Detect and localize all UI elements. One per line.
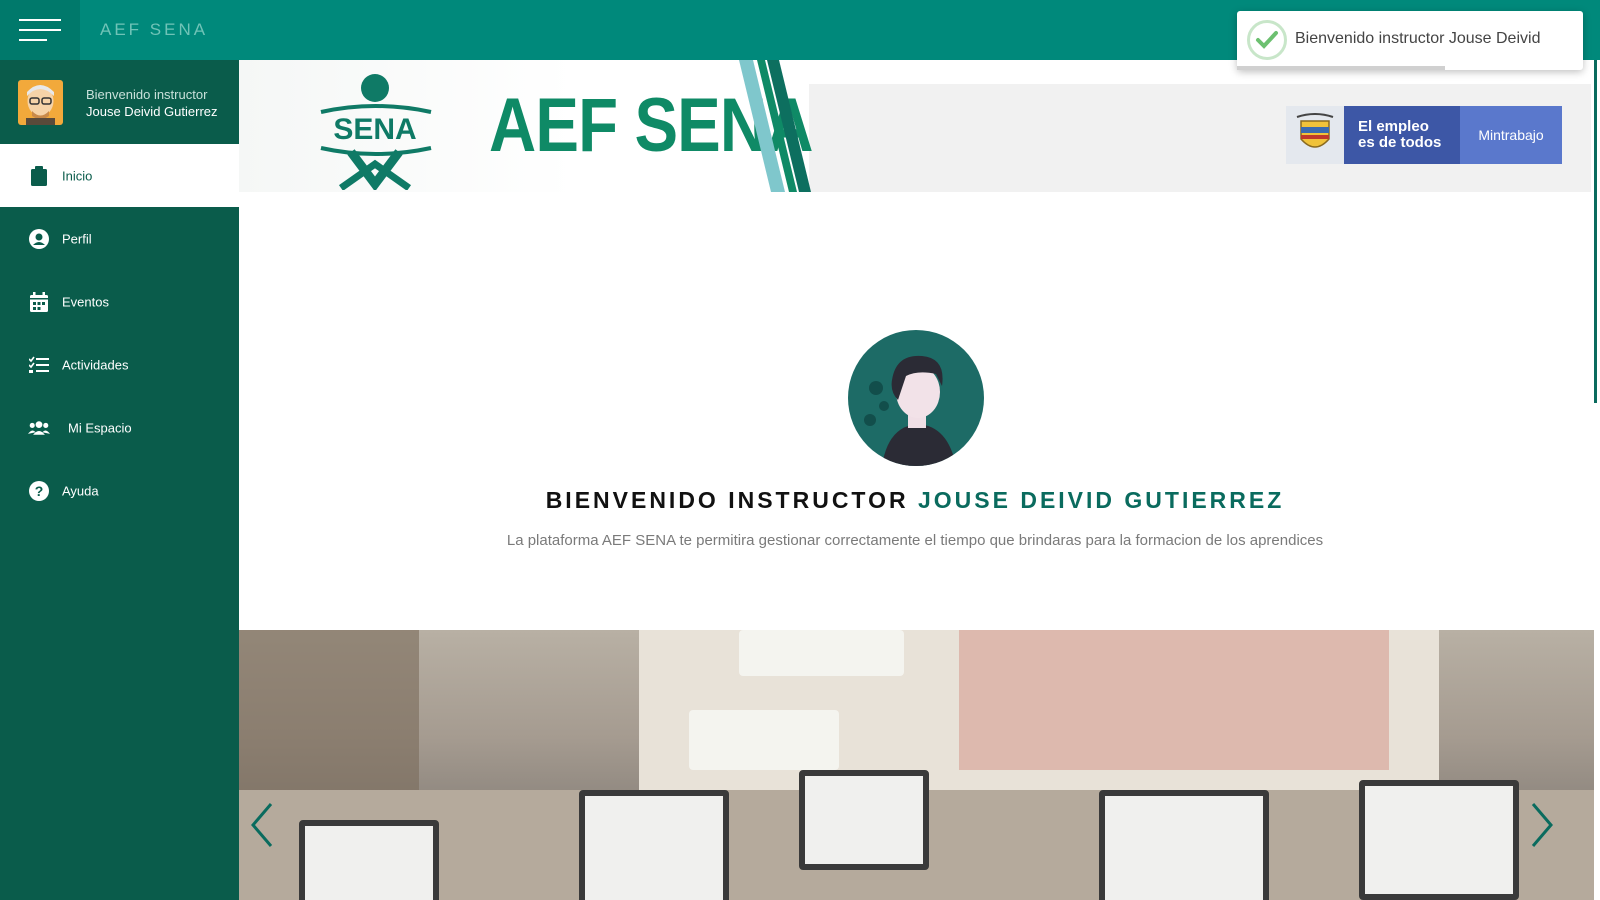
sidebar-item-perfil[interactable]: Perfil — [0, 207, 239, 270]
users-icon — [28, 417, 50, 439]
user-greeting: Bienvenido instructor — [86, 87, 208, 102]
carousel-photo-laptop — [1099, 790, 1269, 900]
sidebar-nav: Inicio Perfil Eventos Actividades Mi Esp… — [0, 144, 239, 522]
sidebar-item-actividades[interactable]: Actividades — [0, 333, 239, 396]
welcome-subtitle: La plataforma AEF SENA te permitira gest… — [506, 532, 1324, 549]
sidebar-item-inicio[interactable]: Inicio — [0, 144, 239, 207]
tasks-icon — [28, 354, 50, 376]
avatar[interactable] — [18, 80, 63, 125]
app-brand: AEF SENA — [100, 20, 209, 39]
user-circle-icon — [28, 228, 50, 250]
sidebar-item-eventos[interactable]: Eventos — [0, 270, 239, 333]
question-icon: ? — [28, 480, 50, 502]
hero-avatar — [848, 330, 984, 466]
sena-logo-text: SENA — [333, 113, 416, 146]
check-icon — [1247, 20, 1287, 60]
carousel-photo-laptop — [799, 770, 929, 870]
carousel-photo-projection — [959, 630, 1389, 770]
sidebar-item-label: Actividades — [62, 357, 129, 372]
carousel-photo-laptop — [1359, 780, 1519, 900]
carousel-photo-laptop — [299, 820, 439, 900]
menu-line — [19, 39, 47, 41]
sidebar-item-label: Perfil — [62, 231, 92, 246]
svg-text:?: ? — [35, 483, 44, 499]
gobierno-slogan-line2: es de todos — [1358, 134, 1442, 151]
main-content: SENA AEF SENA El empleo es de todos Mint… — [239, 60, 1600, 900]
sidebar-item-label: Ayuda — [62, 483, 99, 498]
sidebar-item-label: Eventos — [62, 294, 109, 309]
scrollbar-thumb[interactable] — [1594, 60, 1597, 403]
user-panel: Bienvenido instructor Jouse Deivid Gutie… — [0, 60, 239, 144]
hamburger-menu-button[interactable] — [0, 0, 80, 60]
welcome-heading-name: JOUSE DEIVID GUTIERREZ — [917, 487, 1285, 513]
carousel-prev-arrow[interactable] — [247, 800, 277, 850]
carousel-photo-laptop — [579, 790, 729, 900]
carousel-next-arrow[interactable] — [1527, 800, 1557, 850]
sidebar-item-ayuda[interactable]: ? Ayuda — [0, 459, 239, 522]
toast-progress-bar — [1237, 66, 1445, 70]
sena-logo: SENA — [311, 72, 441, 192]
image-carousel[interactable] — [239, 630, 1594, 900]
gobierno-slogan: El empleo es de todos — [1344, 106, 1460, 164]
user-name: Jouse Deivid Gutierrez — [86, 104, 218, 119]
sidebar-item-mi-espacio[interactable]: Mi Espacio — [0, 396, 239, 459]
clipboard-icon — [28, 165, 50, 187]
gobierno-logo: El empleo es de todos Mintrabajo — [1286, 106, 1562, 164]
welcome-heading-prefix: BIENVENIDO INSTRUCTOR — [545, 487, 909, 513]
banner-stripes — [739, 60, 829, 192]
sidebar: Bienvenido instructor Jouse Deivid Gutie… — [0, 60, 239, 900]
welcome-toast[interactable]: Bienvenido instructor Jouse Deivid — [1237, 11, 1583, 70]
sidebar-item-label: Mi Espacio — [68, 420, 132, 435]
welcome-heading: BIENVENIDO INSTRUCTOR JOUSE DEIVID GUTIE… — [239, 487, 1591, 514]
carousel-photo-sign — [689, 710, 839, 770]
menu-line — [19, 29, 61, 31]
toast-message: Bienvenido instructor Jouse Deivid — [1295, 30, 1541, 47]
menu-line — [19, 19, 61, 21]
crest-icon — [1286, 106, 1344, 164]
sidebar-item-label: Inicio — [62, 168, 93, 183]
header-banner: SENA AEF SENA El empleo es de todos Mint… — [239, 60, 1591, 192]
calendar-icon — [28, 291, 50, 313]
gobierno-slogan-line1: El empleo — [1358, 118, 1429, 135]
mintrabajo-label: Mintrabajo — [1460, 106, 1562, 164]
carousel-photo-sign — [739, 630, 904, 676]
